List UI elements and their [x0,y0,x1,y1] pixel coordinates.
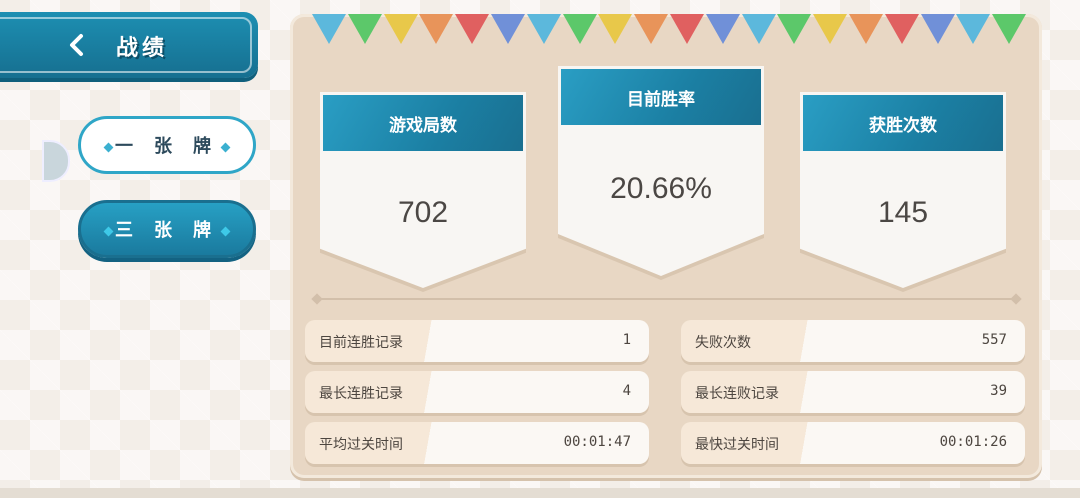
bunting-flag [455,14,490,44]
record-label: 平均过关时间 [319,436,403,452]
bunting-flag [562,14,597,44]
stat-card-win-rate: 目前胜率 20.66% [558,66,764,280]
record-label: 最快过关时间 [695,436,779,452]
record-value: 00:01:47 [563,434,631,450]
record-value: 4 [622,383,631,399]
bunting-flag [383,14,418,44]
page-title: 战绩 [116,35,169,60]
record-longest-losing: 最长连败记录 39 [681,371,1025,413]
stat-label: 游戏局数 [323,95,523,151]
diamond-icon [220,142,231,153]
stat-card-wins: 获胜次数 145 [800,92,1006,292]
chevron-left-icon[interactable] [64,32,90,58]
record-current-streak: 目前连胜记录 1 [305,320,649,362]
header-bar: 战绩 [0,12,258,78]
bunting-flag [992,14,1027,44]
bunting-flag [956,14,991,44]
diamond-icon [220,226,231,237]
record-label: 目前连胜记录 [319,334,403,350]
diamond-icon [103,142,114,153]
record-label: 最长连败记录 [695,385,779,401]
bunting-flag [312,14,346,44]
record-longest-streak: 最长连胜记录 4 [305,371,649,413]
bunting-flag [347,14,382,44]
record-label: 失败次数 [695,334,751,350]
diamond-icon [103,226,114,237]
record-value: 39 [990,383,1007,399]
bunting-flag [741,14,776,44]
record-value: 00:01:26 [939,434,1007,450]
bunting-flag [777,14,812,44]
bunting-flag [884,14,919,44]
bunting-flag [419,14,454,44]
record-avg-time: 平均过关时间 00:01:47 [305,422,649,464]
stat-card-games: 游戏局数 702 [320,92,526,292]
stat-value: 20.66% [610,172,712,205]
mode-one-card-button[interactable]: 一 张 牌 [78,116,256,174]
bunting-flag [670,14,704,44]
mode-label: 三 张 牌 [114,220,219,240]
stat-label: 目前胜率 [561,69,761,125]
record-value: 1 [622,332,631,348]
bunting-flag [598,14,633,44]
record-label: 最长连胜记录 [319,385,403,401]
mode-label: 一 张 牌 [114,136,219,156]
stat-value: 145 [877,196,929,229]
bunting-flag [705,14,740,44]
bottom-strip [0,488,1080,498]
stat-value: 702 [397,196,449,229]
record-losses: 失败次数 557 [681,320,1025,362]
record-fastest-time: 最快过关时间 00:01:26 [681,422,1025,464]
mode-three-card-button[interactable]: 三 张 牌 [78,200,256,258]
bunting-flag [634,14,669,44]
record-value: 557 [981,332,1007,348]
bunting-flag [491,14,525,44]
divider [320,298,1014,300]
stat-label: 获胜次数 [803,95,1003,151]
bunting-flag [813,14,848,44]
bunting-flag [920,14,955,44]
bunting-flag [526,14,561,44]
bunting-flag [849,14,883,44]
